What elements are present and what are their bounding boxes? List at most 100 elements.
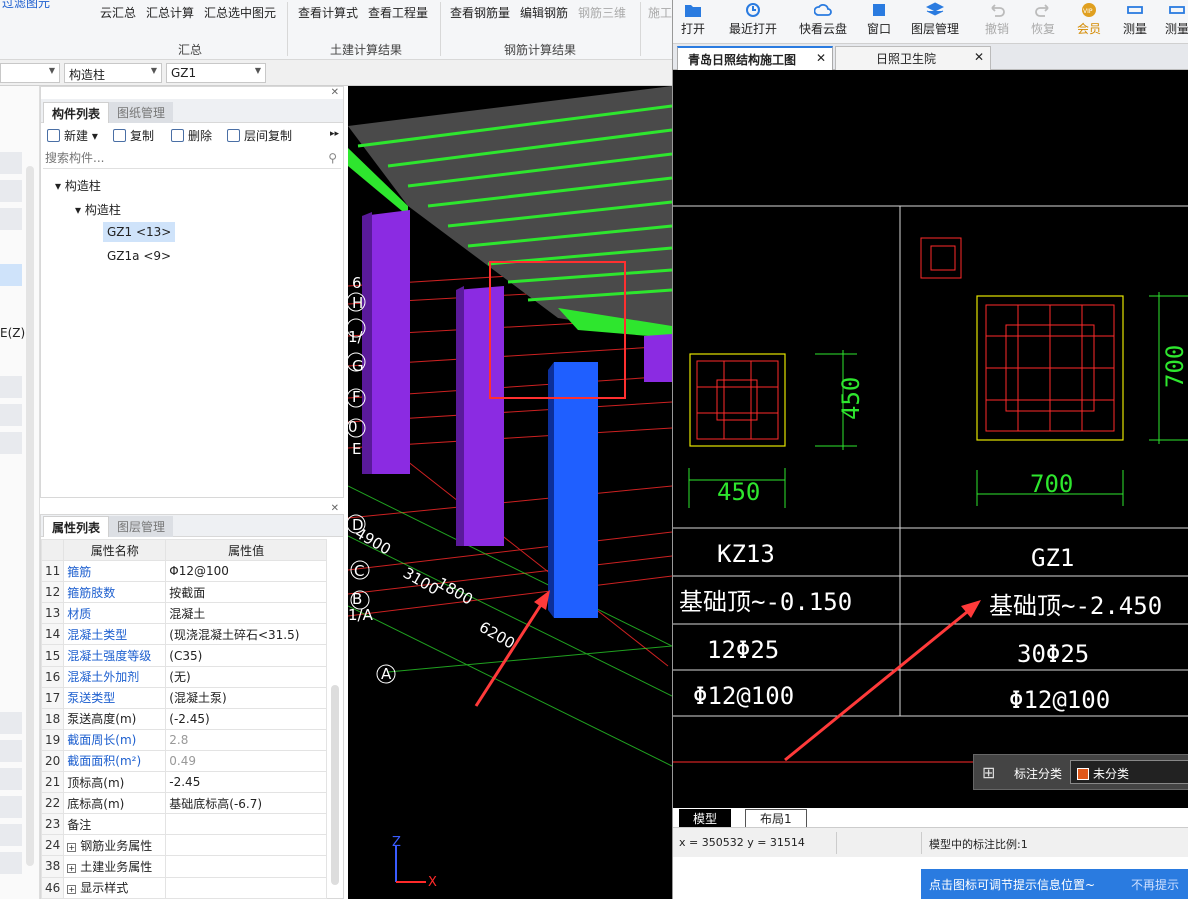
- tab-component-list[interactable]: 构件列表: [43, 102, 110, 123]
- property-value[interactable]: 2.8: [165, 728, 327, 751]
- property-row[interactable]: 19 截面周长(m) 2.8: [40, 728, 327, 751]
- expand-icon[interactable]: +: [67, 885, 77, 895]
- property-name: 混凝土类型: [63, 623, 167, 646]
- property-row[interactable]: 13 材质 混凝土: [40, 602, 327, 625]
- svg-text:VIP: VIP: [1083, 8, 1093, 15]
- property-name: 泵送类型: [63, 686, 167, 709]
- property-row[interactable]: 23 备注: [40, 813, 327, 836]
- group-rebar-results: 钢筋计算结果: [504, 43, 577, 57]
- property-row[interactable]: 24 + 钢筋业务属性: [40, 834, 327, 857]
- cloud-button[interactable]: 快看云盘: [799, 2, 847, 37]
- dismiss-link[interactable]: 不再提示: [1131, 876, 1179, 893]
- property-row[interactable]: 11 箍筋 Φ12@100: [40, 560, 327, 583]
- property-row[interactable]: 14 混凝土类型 (现浇混凝土碎石<31.5): [40, 623, 327, 646]
- property-value[interactable]: [165, 834, 327, 857]
- undo-button[interactable]: 撤销: [985, 2, 1009, 37]
- svg-text:F: F: [352, 388, 361, 406]
- floor-select[interactable]: ▼: [0, 63, 60, 83]
- search-icon[interactable]: ⚲: [328, 151, 337, 165]
- rebar-3d-button[interactable]: 钢筋三维: [578, 4, 626, 21]
- cad-drawing-canvas[interactable]: 450 450 700 700 KZ13 基础顶~-0.150 12Φ25 Φ1…: [673, 70, 1188, 827]
- property-row[interactable]: 38 + 土建业务属性: [40, 855, 327, 878]
- close-icon[interactable]: ✕: [331, 503, 339, 514]
- property-row[interactable]: 46 + 显示样式: [40, 876, 327, 899]
- header-value: 属性值: [165, 538, 327, 562]
- measure-button-2[interactable]: 测量: [1165, 2, 1188, 37]
- tab-layer-manage[interactable]: 图层管理: [109, 516, 174, 537]
- summary-calc-button[interactable]: 汇总计算: [146, 4, 194, 21]
- tip-notice[interactable]: 点击图标可调节提示信息位置~ 不再提示: [921, 869, 1188, 899]
- tab-rizhao-hospital[interactable]: 日照卫生院 ✕: [835, 46, 991, 70]
- property-row[interactable]: 20 截面面积(m²) 0.49: [40, 749, 327, 773]
- summary-selected-button[interactable]: 汇总选中图元: [204, 4, 276, 21]
- property-value[interactable]: 按截面: [165, 581, 327, 604]
- tree-child[interactable]: ▾ 构造柱: [75, 201, 121, 218]
- tab-qingdao-drawing[interactable]: 青岛日照结构施工图 ✕: [677, 46, 833, 70]
- layer-manage-button[interactable]: 图层管理: [911, 2, 959, 37]
- property-value[interactable]: (混凝土泵): [165, 686, 327, 709]
- property-value[interactable]: 0.49: [165, 749, 327, 773]
- more-icon[interactable]: ▸▸: [330, 129, 339, 139]
- edit-rebar-button[interactable]: 编辑钢筋: [520, 4, 568, 21]
- cloud-summary-button[interactable]: 云汇总: [100, 4, 136, 21]
- view-quantity-button[interactable]: 查看工程量: [368, 4, 428, 21]
- vip-button[interactable]: VIP 会员: [1077, 2, 1101, 37]
- measure-button[interactable]: 测量: [1123, 2, 1147, 37]
- name-select[interactable]: GZ1 ▼: [166, 63, 266, 83]
- redo-button[interactable]: 恢复: [1031, 2, 1055, 37]
- property-value[interactable]: [165, 855, 327, 878]
- property-value[interactable]: [165, 876, 327, 899]
- tab-model[interactable]: 模型: [679, 809, 732, 827]
- open-button[interactable]: 打开: [681, 2, 705, 37]
- type-select[interactable]: 构造柱 ▼: [64, 63, 162, 83]
- property-value[interactable]: (现浇混凝土碎石<31.5): [165, 623, 327, 646]
- tree-item-gz1a[interactable]: GZ1a <9>: [107, 249, 171, 263]
- grid-icon[interactable]: ⊞: [982, 763, 995, 782]
- close-icon[interactable]: ✕: [974, 50, 984, 64]
- close-icon[interactable]: ✕: [331, 87, 339, 98]
- close-icon[interactable]: ✕: [816, 51, 826, 65]
- property-value[interactable]: 混凝土: [165, 602, 327, 625]
- tree-root[interactable]: ▾ 构造柱: [55, 177, 101, 194]
- annotation-select[interactable]: 未分类: [1070, 760, 1188, 784]
- property-name: + 钢筋业务属性: [63, 834, 167, 857]
- filter-button[interactable]: 过滤图元: [2, 0, 50, 11]
- expand-icon[interactable]: +: [67, 863, 77, 873]
- new-button[interactable]: 新建 ▾: [47, 127, 98, 144]
- tab-layout1[interactable]: 布局1: [745, 809, 807, 827]
- delete-button[interactable]: 删除: [171, 127, 212, 144]
- copy-button[interactable]: 复制: [113, 127, 154, 144]
- property-value[interactable]: (-2.45): [165, 707, 327, 730]
- tab-drawing-manage[interactable]: 图纸管理: [109, 102, 174, 123]
- search-input[interactable]: [43, 149, 313, 167]
- property-row[interactable]: 12 箍筋肢数 按截面: [40, 581, 327, 604]
- nav-scrollbar[interactable]: [26, 166, 34, 866]
- tree-item-gz1[interactable]: GZ1 <13>: [103, 222, 176, 242]
- property-value[interactable]: -2.45: [165, 771, 327, 794]
- property-row[interactable]: 17 泵送类型 (混凝土泵): [40, 686, 327, 709]
- floor-copy-button[interactable]: 层间复制: [227, 127, 292, 144]
- property-value[interactable]: Φ12@100: [165, 560, 327, 583]
- view-rebar-button[interactable]: 查看钢筋量: [450, 4, 510, 21]
- construction-button[interactable]: 施工: [648, 4, 672, 21]
- trash-icon: [171, 129, 184, 142]
- recent-button[interactable]: 最近打开: [729, 2, 777, 37]
- 3d-viewport[interactable]: 6 H 1/ G F 0 E D C B 1/A A 4900 3100 180…: [348, 86, 672, 899]
- search-box[interactable]: ⚲: [43, 149, 341, 169]
- property-row[interactable]: 18 泵送高度(m) (-2.45): [40, 707, 327, 730]
- property-row[interactable]: 21 顶标高(m) -2.45: [40, 771, 327, 794]
- property-value[interactable]: [165, 813, 327, 836]
- property-value[interactable]: (C35): [165, 644, 327, 667]
- view-formula-button[interactable]: 查看计算式: [298, 4, 358, 21]
- property-row[interactable]: 22 底标高(m) 基础底标高(-6.7): [40, 792, 327, 815]
- property-value[interactable]: 基础底标高(-6.7): [165, 792, 327, 815]
- property-row[interactable]: 15 混凝土强度等级 (C35): [40, 644, 327, 667]
- props-scrollbar[interactable]: [331, 685, 339, 885]
- ruler-icon: [1127, 6, 1143, 14]
- window-button[interactable]: 窗口: [867, 2, 891, 37]
- property-value[interactable]: (无): [165, 665, 327, 688]
- svg-text:A: A: [381, 665, 392, 683]
- property-row[interactable]: 16 混凝土外加剂 (无): [40, 665, 327, 688]
- tab-property-list[interactable]: 属性列表: [43, 516, 110, 537]
- expand-icon[interactable]: +: [67, 842, 77, 852]
